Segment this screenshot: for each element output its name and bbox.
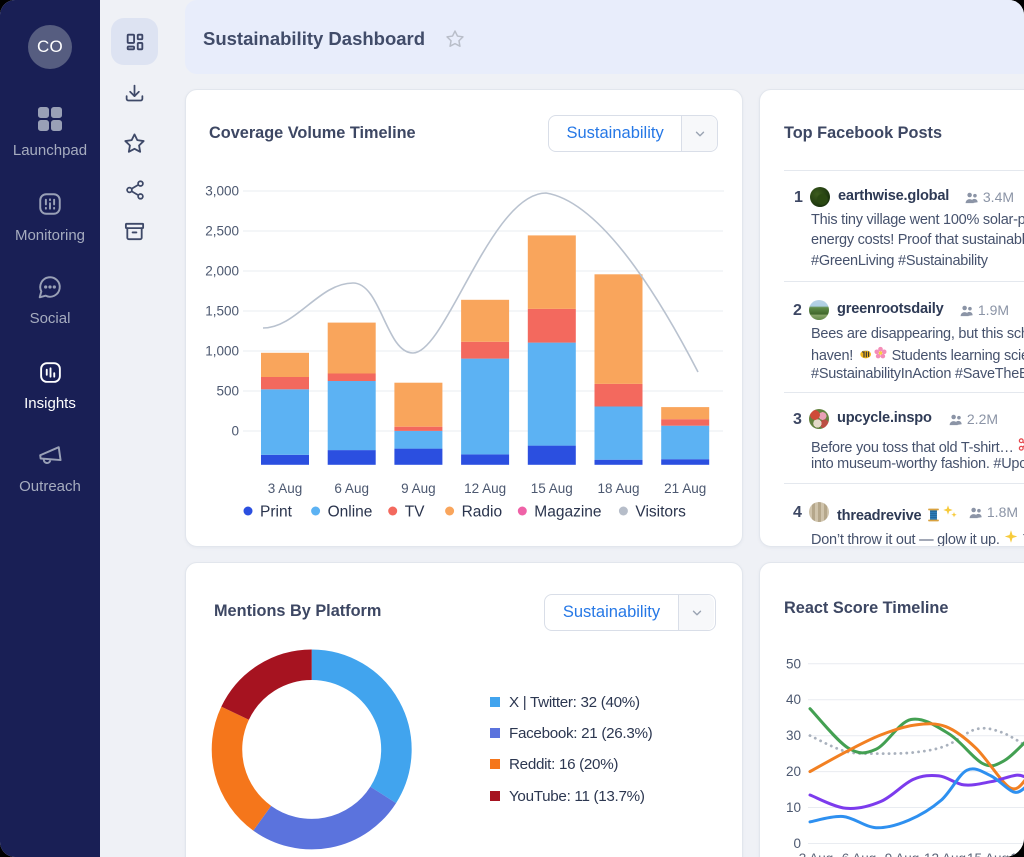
svg-text:0: 0 [793,836,801,851]
svg-text:15 Aug: 15 Aug [967,851,1009,857]
svg-text:18 Aug: 18 Aug [1010,851,1024,857]
svg-text:1,000: 1,000 [205,344,239,359]
svg-text:18 Aug: 18 Aug [597,481,639,496]
svg-text:30: 30 [786,728,801,743]
svg-text:Radio: Radio [462,504,503,521]
svg-text:1,500: 1,500 [205,304,239,319]
svg-text:3 Aug: 3 Aug [799,851,834,857]
svg-text:9 Aug: 9 Aug [885,851,920,857]
svg-text:21 Aug: 21 Aug [664,481,706,496]
svg-text:2,000: 2,000 [205,264,239,279]
svg-text:10: 10 [786,800,801,815]
svg-text:0: 0 [231,424,239,439]
svg-text:6 Aug: 6 Aug [842,851,877,857]
svg-text:15 Aug: 15 Aug [531,481,573,496]
svg-text:12 Aug: 12 Aug [924,851,966,857]
svg-text:500: 500 [216,384,239,399]
svg-text:9 Aug: 9 Aug [401,481,436,496]
svg-text:Print: Print [260,504,293,521]
svg-text:6 Aug: 6 Aug [334,481,369,496]
svg-text:3 Aug: 3 Aug [268,481,303,496]
svg-text:2,500: 2,500 [205,224,239,239]
svg-text:TV: TV [405,504,425,521]
svg-text:Magazine: Magazine [534,504,601,521]
svg-text:Online: Online [328,504,373,521]
svg-text:3,000: 3,000 [205,184,239,199]
svg-text:12 Aug: 12 Aug [464,481,506,496]
svg-text:50: 50 [786,656,801,671]
svg-text:Visitors: Visitors [635,504,686,521]
svg-text:40: 40 [786,692,801,707]
svg-text:20: 20 [786,764,801,779]
